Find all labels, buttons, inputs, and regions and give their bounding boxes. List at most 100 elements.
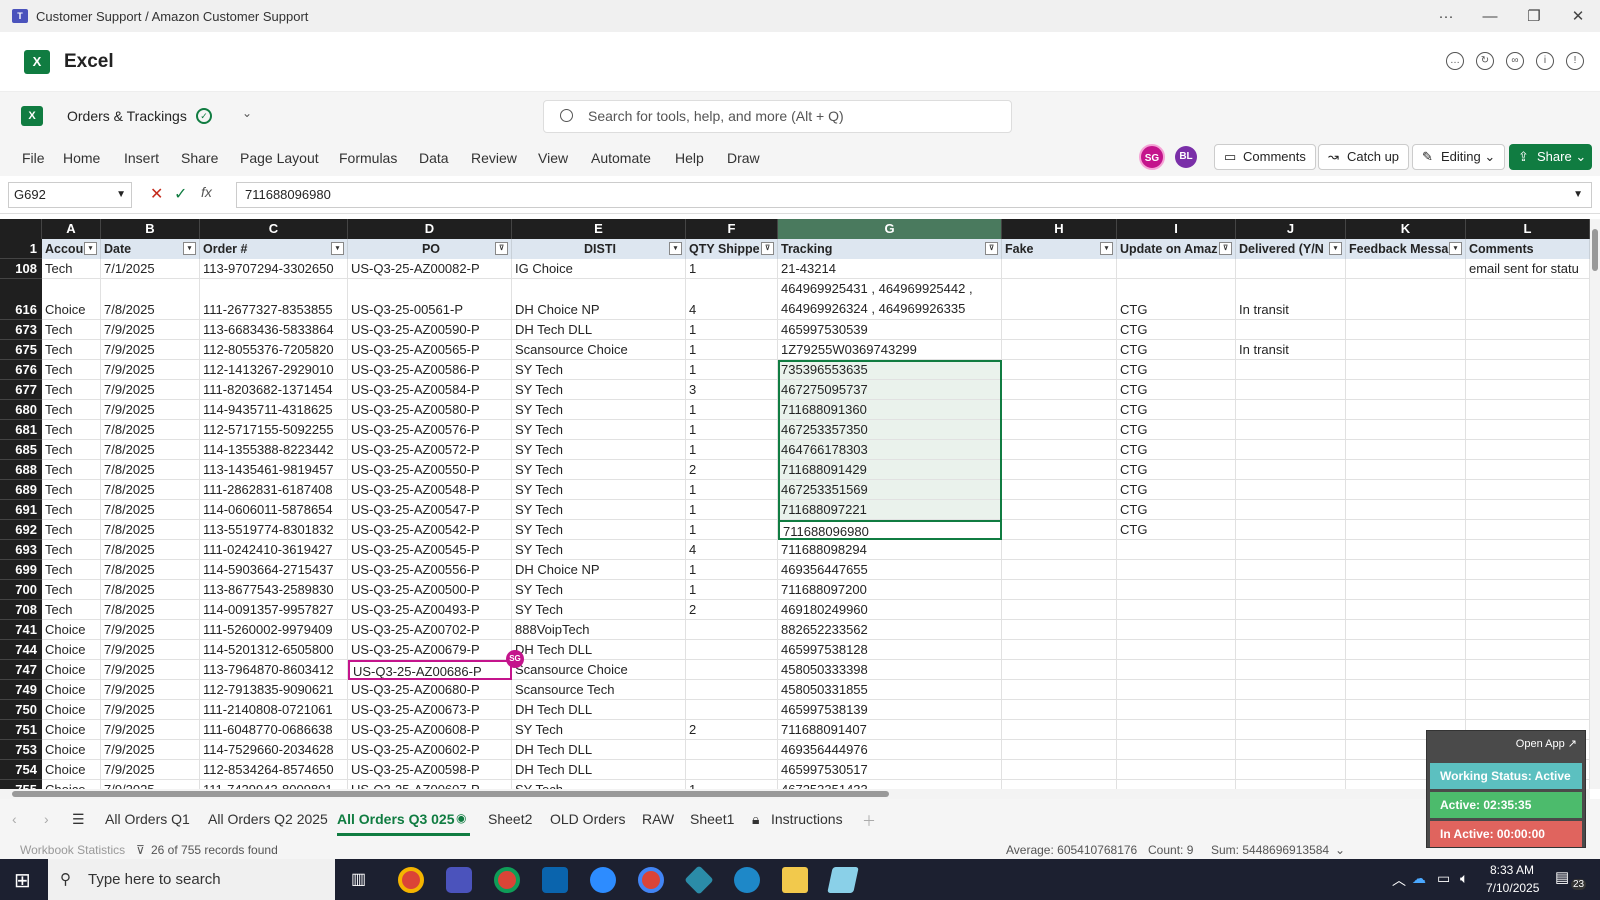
table-cell[interactable]: Choice: [42, 279, 101, 320]
table-cell[interactable]: SY Tech: [512, 400, 686, 420]
table-cell[interactable]: 4: [686, 540, 778, 560]
header-cell[interactable]: PO ⊽: [348, 239, 512, 259]
enter-icon[interactable]: ✓: [174, 184, 187, 204]
table-cell[interactable]: 113-8677543-2589830: [200, 580, 348, 600]
notification-icon[interactable]: ▤: [1555, 868, 1569, 886]
taskbar-search[interactable]: ⚲ Type here to search: [48, 859, 335, 900]
header-cell[interactable]: Date ▾: [101, 239, 200, 259]
table-cell[interactable]: 469180249960: [778, 600, 1002, 620]
table-cell[interactable]: SY Tech: [512, 480, 686, 500]
header-cell[interactable]: Update on Amaz ⊽: [1117, 239, 1236, 259]
table-cell[interactable]: US-Q3-25-AZ00586-P: [348, 360, 512, 380]
table-cell[interactable]: [1346, 480, 1466, 500]
table-cell[interactable]: DH Tech DLL: [512, 760, 686, 780]
table-cell[interactable]: [1346, 580, 1466, 600]
table-cell[interactable]: Tech: [42, 440, 101, 460]
table-cell[interactable]: US-Q3-25-AZ00602-P: [348, 740, 512, 760]
filter-active-icon[interactable]: ⊽: [985, 242, 998, 255]
table-cell[interactable]: 7/9/2025: [101, 660, 200, 680]
table-cell[interactable]: SY Tech: [512, 600, 686, 620]
table-cell[interactable]: 113-6683436-5833864: [200, 320, 348, 340]
table-cell[interactable]: [1466, 520, 1590, 540]
table-cell[interactable]: 1Z79255W0369743299: [778, 340, 1002, 360]
column-header-k[interactable]: K: [1346, 219, 1466, 239]
table-cell[interactable]: 711688091429: [778, 460, 1002, 480]
select-all-corner[interactable]: [0, 219, 42, 239]
table-cell[interactable]: Scansource Choice: [512, 660, 686, 680]
table-cell[interactable]: 7/8/2025: [101, 540, 200, 560]
table-cell[interactable]: [1236, 680, 1346, 700]
table-cell[interactable]: [1002, 320, 1117, 340]
header-cell[interactable]: Tracking ⊽: [778, 239, 1002, 259]
table-cell[interactable]: 7/8/2025: [101, 279, 200, 320]
table-cell[interactable]: 464969925431 , 464969925442 , 4649699263…: [778, 279, 1002, 320]
table-cell[interactable]: [1466, 400, 1590, 420]
table-cell[interactable]: 7/1/2025: [101, 259, 200, 279]
row-header[interactable]: 616: [0, 279, 42, 320]
table-cell[interactable]: [1002, 500, 1117, 520]
table-cell[interactable]: [1002, 580, 1117, 600]
table-cell[interactable]: 711688091407: [778, 720, 1002, 740]
file-explorer-icon[interactable]: [782, 867, 808, 893]
table-cell[interactable]: [1117, 560, 1236, 580]
table-cell[interactable]: [1236, 360, 1346, 380]
table-cell[interactable]: SY Tech: [512, 580, 686, 600]
table-cell[interactable]: US-Q3-25-AZ00082-P: [348, 259, 512, 279]
menu-data[interactable]: Data: [419, 150, 449, 166]
menu-share[interactable]: Share: [181, 150, 218, 166]
table-cell[interactable]: 111-0242410-3619427: [200, 540, 348, 560]
table-cell[interactable]: US-Q3-25-AZ00584-P: [348, 380, 512, 400]
row-header[interactable]: 747: [0, 660, 42, 680]
table-cell[interactable]: [1346, 540, 1466, 560]
table-cell[interactable]: US-Q3-25-AZ00598-P: [348, 760, 512, 780]
chevron-up-icon[interactable]: ︿: [1392, 870, 1406, 890]
table-cell[interactable]: SY Tech: [512, 440, 686, 460]
table-cell[interactable]: [1346, 320, 1466, 340]
table-cell[interactable]: Tech: [42, 259, 101, 279]
table-cell[interactable]: Tech: [42, 580, 101, 600]
table-cell[interactable]: 7/8/2025: [101, 440, 200, 460]
table-cell[interactable]: [1236, 500, 1346, 520]
table-cell[interactable]: US-Q3-25-AZ00500-P: [348, 580, 512, 600]
table-cell[interactable]: 111-6048770-0686638: [200, 720, 348, 740]
table-cell[interactable]: 464766178303: [778, 440, 1002, 460]
table-cell[interactable]: Choice: [42, 780, 101, 789]
table-cell[interactable]: 1: [686, 560, 778, 580]
table-cell[interactable]: US-Q3-25-AZ00493-P: [348, 600, 512, 620]
table-cell[interactable]: [1236, 440, 1346, 460]
table-cell[interactable]: [1346, 360, 1466, 380]
table-cell[interactable]: US-Q3-25-AZ00547-P: [348, 500, 512, 520]
table-cell[interactable]: [1002, 680, 1117, 700]
table-cell[interactable]: 113-1435461-9819457: [200, 460, 348, 480]
table-cell[interactable]: [1346, 620, 1466, 640]
more-options-icon[interactable]: ···: [1424, 8, 1468, 25]
table-cell[interactable]: 1: [686, 480, 778, 500]
table-cell[interactable]: [1117, 620, 1236, 640]
link-icon[interactable]: ∞: [1506, 52, 1524, 70]
table-cell[interactable]: [1236, 740, 1346, 760]
table-cell[interactable]: US-Q3-25-AZ00548-P: [348, 480, 512, 500]
header-cell[interactable]: DISTI ▾: [512, 239, 686, 259]
table-cell[interactable]: [1117, 259, 1236, 279]
table-cell[interactable]: [686, 740, 778, 760]
table-cell[interactable]: 21-43214: [778, 259, 1002, 279]
filter-dropdown-icon[interactable]: ▾: [84, 242, 97, 255]
tab-all-orders-q1[interactable]: All Orders Q1: [105, 811, 190, 827]
header-cell[interactable]: Accou ▾: [42, 239, 101, 259]
table-cell[interactable]: [1236, 480, 1346, 500]
table-cell[interactable]: [1002, 640, 1117, 660]
table-cell[interactable]: [1466, 660, 1590, 680]
menu-file[interactable]: File: [22, 150, 45, 166]
table-cell[interactable]: Choice: [42, 740, 101, 760]
row-header[interactable]: 749: [0, 680, 42, 700]
zoom-icon[interactable]: [590, 867, 616, 893]
table-cell[interactable]: [1236, 780, 1346, 789]
table-cell[interactable]: [1346, 400, 1466, 420]
tab-all-orders-q3[interactable]: All Orders Q3 025: [337, 811, 455, 827]
table-cell[interactable]: [1117, 540, 1236, 560]
table-cell[interactable]: [1236, 259, 1346, 279]
table-cell[interactable]: 1: [686, 340, 778, 360]
shield-icon[interactable]: !: [1566, 52, 1584, 70]
table-cell[interactable]: 882652233562: [778, 620, 1002, 640]
column-header-g[interactable]: G: [778, 219, 1002, 239]
